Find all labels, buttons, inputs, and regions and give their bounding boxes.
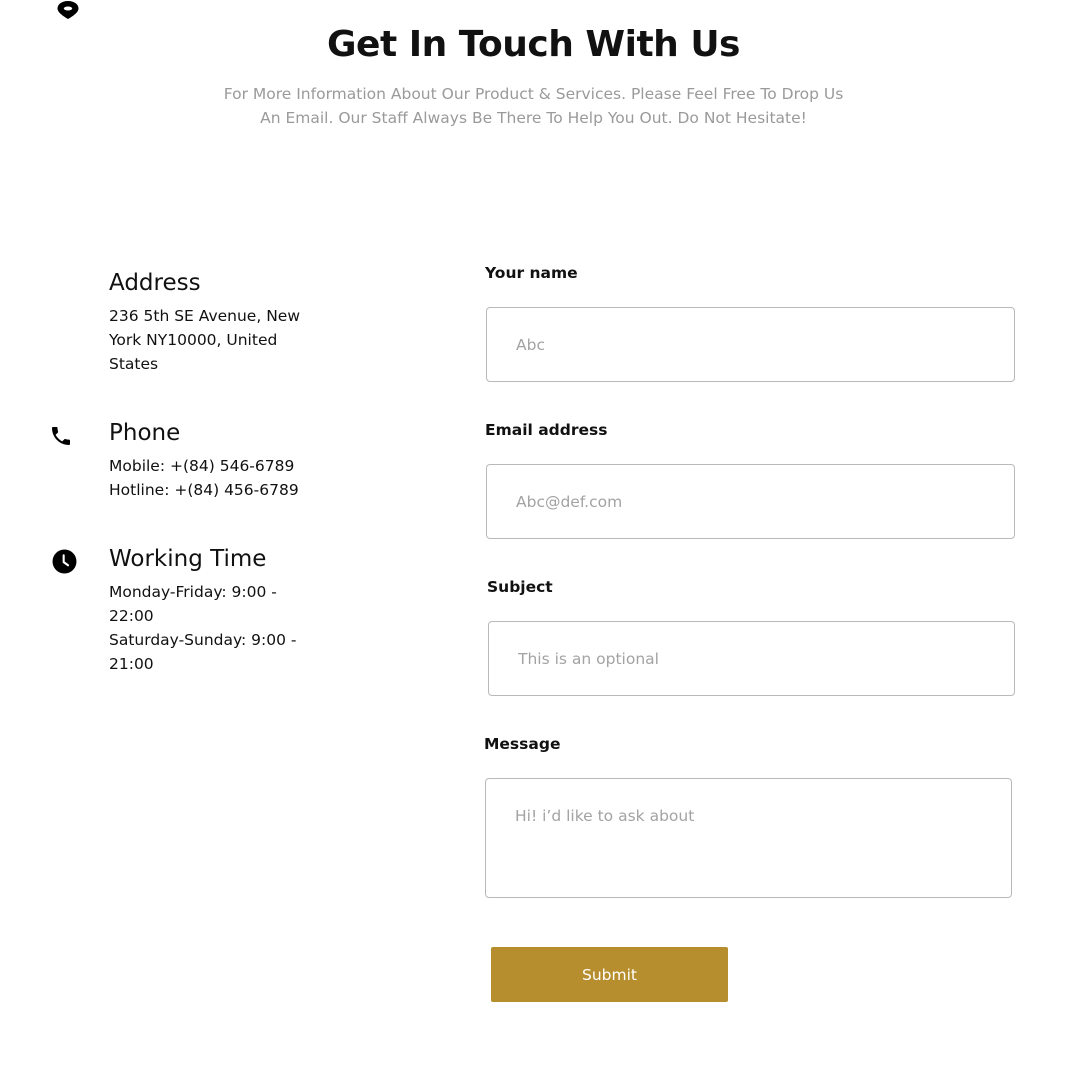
page-title: Get In Touch With Us [327,24,740,65]
page-subtitle: For More Information About Our Product &… [0,82,1067,130]
phone-text: Mobile: +(84) 546-6789 Hotline: +(84) 45… [109,454,339,502]
address-line: York NY10000, United [109,331,278,349]
working-time-line: Saturday-Sunday: 9:00 - [109,631,297,649]
email-label: Email address [485,421,608,439]
clock-icon [52,549,77,574]
address-text: 236 5th SE Avenue, New York NY10000, Uni… [109,304,319,376]
message-textarea[interactable] [485,778,1012,898]
working-time-line: Monday-Friday: 9:00 - [109,583,277,601]
working-time-line: 22:00 [109,607,154,625]
phone-mobile: Mobile: +(84) 546-6789 [109,457,295,475]
phone-icon [52,427,70,445]
address-heading: Address [109,270,201,296]
location-pin-icon [57,1,79,19]
working-time-line: 21:00 [109,655,154,673]
phone-heading: Phone [109,420,181,446]
email-input[interactable] [486,464,1015,539]
page-subtitle-line-1: For More Information About Our Product &… [223,85,844,103]
name-label: Your name [485,264,578,282]
working-time-heading: Working Time [109,546,267,572]
page-subtitle-line-2: An Email. Our Staff Always Be There To H… [260,109,807,127]
working-time-text: Monday-Friday: 9:00 - 22:00 Saturday-Sun… [109,580,319,676]
subject-label: Subject [487,578,553,596]
message-label: Message [484,735,561,753]
submit-button[interactable]: Submit [491,947,728,1002]
subject-input[interactable] [488,621,1015,696]
address-line: 236 5th SE Avenue, New [109,307,301,325]
phone-hotline: Hotline: +(84) 456-6789 [109,481,299,499]
name-input[interactable] [486,307,1015,382]
address-line: States [109,355,159,373]
